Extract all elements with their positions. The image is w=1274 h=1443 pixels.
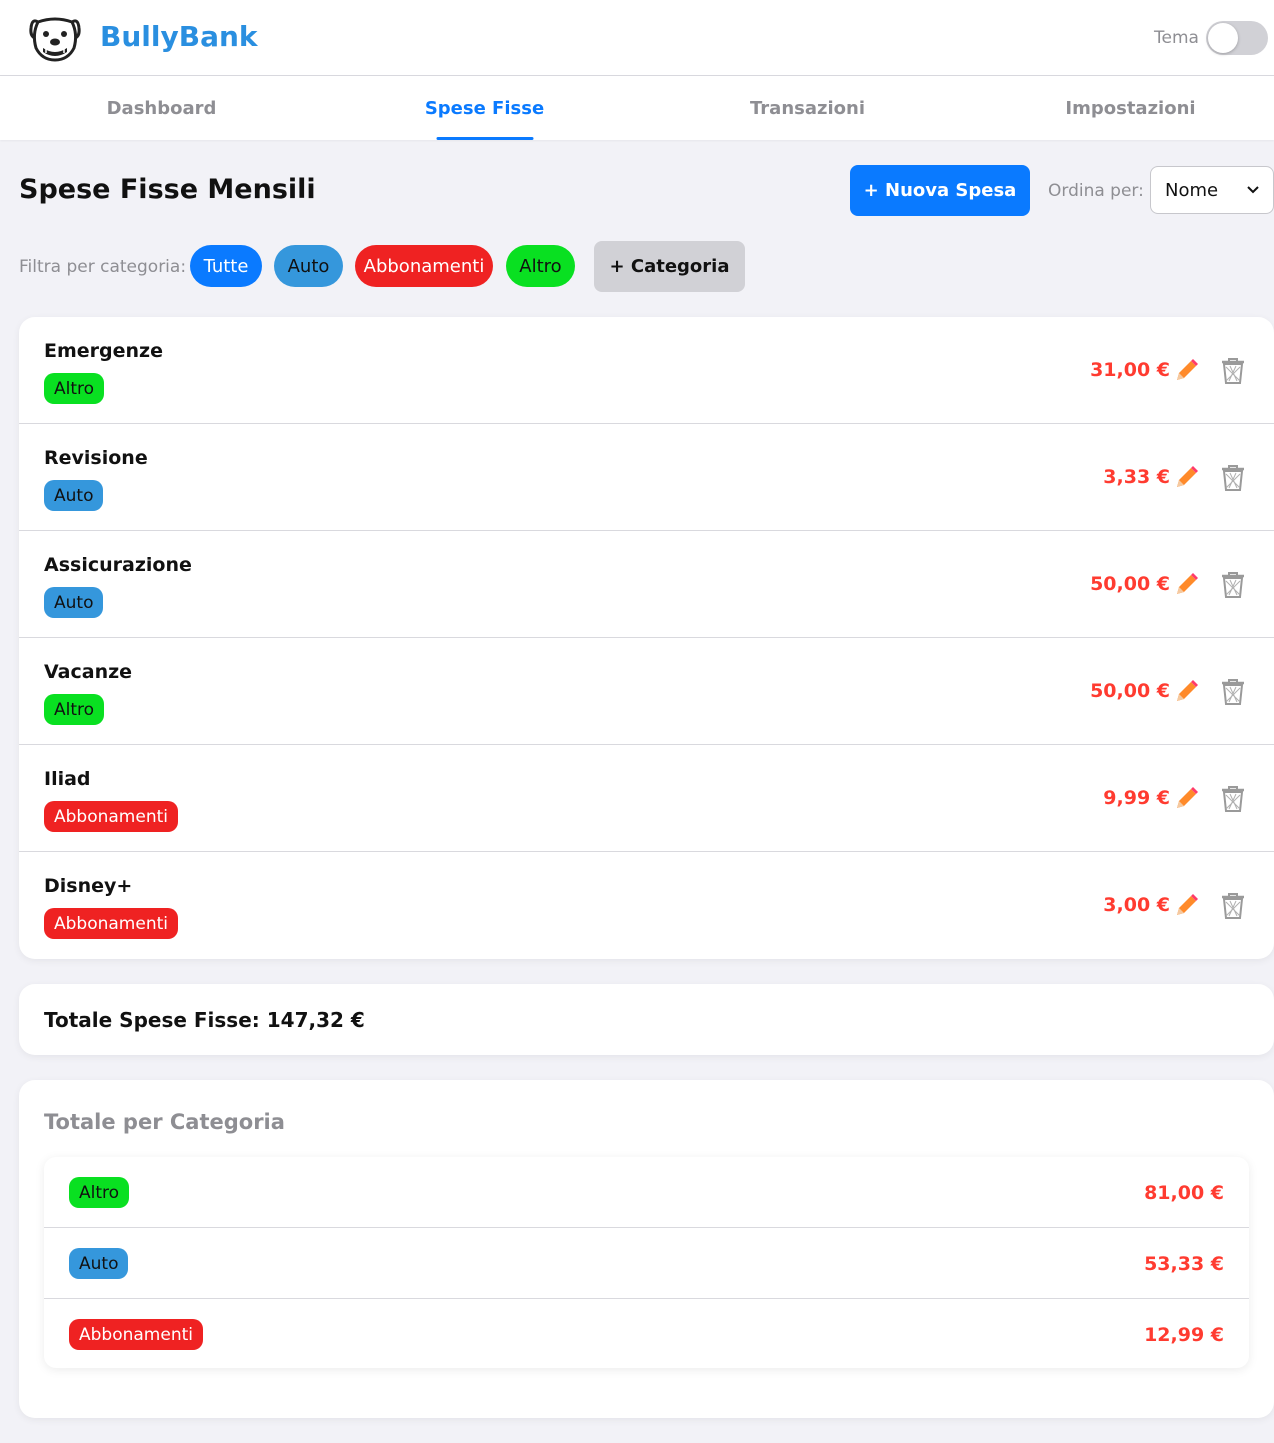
category-total-amount: 53,33 € <box>1144 1253 1224 1275</box>
expense-amount: 50,00 € <box>1090 680 1170 702</box>
pencil-icon[interactable] <box>1172 892 1200 920</box>
tab-impostazioni[interactable]: Impostazioni <box>969 76 1274 140</box>
category-badge: Auto <box>44 587 104 618</box>
expense-amount: 9,99 € <box>1103 787 1170 809</box>
filter-chip-tutte[interactable]: Tutte <box>190 245 262 287</box>
category-total-amount: 81,00 € <box>1144 1182 1224 1204</box>
trash-icon[interactable] <box>1220 892 1246 920</box>
sort-value: Nome <box>1165 179 1219 201</box>
category-badge: Abbonamenti <box>44 908 178 939</box>
active-tab-indicator <box>436 137 533 140</box>
main-nav: Dashboard Spese Fisse Transazioni Impost… <box>0 76 1274 140</box>
expense-name: Iliad <box>44 768 91 790</box>
category-badge: Altro <box>44 373 105 404</box>
sort-select[interactable]: Nome <box>1150 166 1274 214</box>
expense-row: Revisione Auto 3,33 € <box>19 424 1274 531</box>
category-totals-card: Totale per Categoria Altro 81,00 € Auto … <box>19 1080 1274 1418</box>
total-card: Totale Spese Fisse: 147,32 € <box>19 984 1274 1055</box>
category-badge: Altro <box>69 1177 130 1208</box>
tab-dashboard[interactable]: Dashboard <box>0 76 323 140</box>
expense-row: Iliad Abbonamenti 9,99 € <box>19 745 1274 852</box>
filter-chip-abbonamenti[interactable]: Abbonamenti <box>355 245 493 287</box>
expense-name: Revisione <box>44 447 148 469</box>
expense-amount: 50,00 € <box>1090 573 1170 595</box>
trash-icon[interactable] <box>1220 357 1246 385</box>
category-badge: Abbonamenti <box>44 801 178 832</box>
expense-row: Emergenze Altro 31,00 € <box>19 317 1274 424</box>
new-expense-button[interactable]: + Nuova Spesa <box>850 165 1030 216</box>
expense-row: Assicurazione Auto 50,00 € <box>19 531 1274 638</box>
filter-chip-auto[interactable]: Auto <box>274 245 343 287</box>
filter-label: Filtra per categoria: <box>19 257 187 277</box>
tab-transazioni[interactable]: Transazioni <box>646 76 969 140</box>
category-totals-title: Totale per Categoria <box>44 1110 285 1134</box>
expense-row: Vacanze Altro 50,00 € <box>19 638 1274 745</box>
category-total-amount: 12,99 € <box>1144 1324 1224 1346</box>
expense-amount: 31,00 € <box>1090 359 1170 381</box>
category-totals-list: Altro 81,00 € Auto 53,33 € Abbonamenti 1… <box>44 1157 1249 1368</box>
category-badge: Auto <box>69 1248 129 1279</box>
pencil-icon[interactable] <box>1172 464 1200 492</box>
expense-amount: 3,33 € <box>1103 466 1170 488</box>
trash-icon[interactable] <box>1220 785 1246 813</box>
category-total-row: Auto 53,33 € <box>44 1228 1249 1299</box>
filter-chip-altro[interactable]: Altro <box>506 245 575 287</box>
category-badge: Abbonamenti <box>69 1319 203 1350</box>
expense-name: Disney+ <box>44 875 133 897</box>
theme-label: Tema <box>1154 28 1199 48</box>
pencil-icon[interactable] <box>1172 571 1200 599</box>
pencil-icon[interactable] <box>1172 357 1200 385</box>
category-badge: Auto <box>44 480 104 511</box>
bulldog-logo-icon <box>29 17 81 62</box>
pencil-icon[interactable] <box>1172 785 1200 813</box>
tab-label: Spese Fisse <box>424 97 545 119</box>
expense-row: Disney+ Abbonamenti 3,00 € <box>19 852 1274 959</box>
category-badge: Altro <box>44 694 105 725</box>
total-text: Totale Spese Fisse: 147,32 € <box>44 1008 365 1032</box>
tab-label: Dashboard <box>106 97 217 119</box>
trash-icon[interactable] <box>1220 678 1246 706</box>
page-title: Spese Fisse Mensili <box>19 174 316 205</box>
expense-name: Vacanze <box>44 661 133 683</box>
add-category-button[interactable]: + Categoria <box>594 241 745 292</box>
toggle-knob <box>1208 23 1238 53</box>
tab-label: Impostazioni <box>1065 97 1196 119</box>
expense-name: Assicurazione <box>44 554 192 576</box>
tab-label: Transazioni <box>750 97 865 119</box>
expense-name: Emergenze <box>44 340 163 362</box>
expense-amount: 3,00 € <box>1103 894 1170 916</box>
app-name: BullyBank <box>100 20 258 53</box>
pencil-icon[interactable] <box>1172 678 1200 706</box>
expense-list: Emergenze Altro 31,00 € Revisione Auto 3… <box>19 317 1274 959</box>
app-header: BullyBank Tema <box>0 0 1274 76</box>
trash-icon[interactable] <box>1220 464 1246 492</box>
category-total-row: Abbonamenti 12,99 € <box>44 1299 1249 1370</box>
category-total-row: Altro 81,00 € <box>44 1157 1249 1228</box>
chevron-down-icon <box>1247 186 1259 194</box>
tab-spese-fisse[interactable]: Spese Fisse <box>323 76 646 140</box>
sort-label: Ordina per: <box>1048 181 1144 201</box>
theme-toggle[interactable] <box>1206 21 1268 55</box>
trash-icon[interactable] <box>1220 571 1246 599</box>
